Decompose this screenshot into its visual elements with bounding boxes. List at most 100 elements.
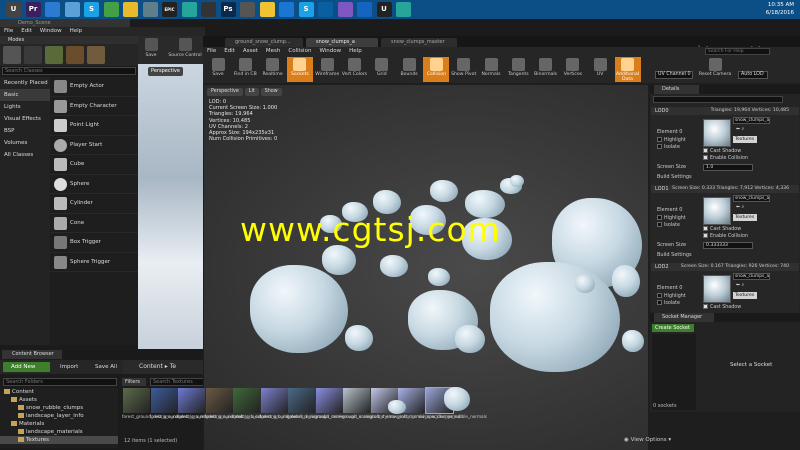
landscape-mode-icon[interactable] [45,46,63,64]
asset-thumbnail[interactable] [315,388,343,413]
asset-thumbnail[interactable] [260,388,288,413]
image-icon[interactable] [357,2,372,17]
import-button[interactable]: Import [52,362,82,372]
settings-icon[interactable] [142,2,158,17]
vertices-button[interactable]: Vertices [560,57,586,82]
asset-thumbnail[interactable] [343,388,370,413]
mail-icon[interactable] [279,2,294,17]
save-button[interactable]: Save [205,57,231,82]
level-viewport-perspective-button[interactable]: Perspective [148,67,183,76]
checkbox[interactable] [703,233,708,238]
tile-icon[interactable] [318,2,333,17]
material-select[interactable]: snow_clumps_a [733,273,770,280]
skype-icon[interactable]: S [84,2,99,17]
vert-colors-button[interactable]: Vert Colors [342,57,368,82]
search-help-input[interactable]: Search For Help [705,48,770,55]
lod-select[interactable]: Auto LOD [738,71,768,79]
viewport-lit-button[interactable]: Lit [244,88,259,96]
photoshop-icon[interactable]: Ps [220,2,236,17]
highlight-checkbox[interactable]: Highlight [657,137,686,144]
screen-size-field[interactable]: 0.333333 [703,242,753,249]
category-basic[interactable]: Basic [0,89,50,101]
place-item-cylinder[interactable]: Cylinder [50,194,138,214]
asset-thumbnail[interactable] [233,388,260,413]
green-app-icon[interactable] [103,2,119,17]
additional-data-button[interactable]: Additional Data [614,57,641,82]
isolate-checkbox[interactable]: Isolate [657,144,680,151]
folder-textures[interactable]: Textures [0,436,118,444]
skype2-icon[interactable]: S [298,2,314,17]
checkbox[interactable] [657,144,662,149]
foliage-mode-icon[interactable] [66,46,84,64]
viewport-perspective-button[interactable]: Perspective [207,88,243,96]
textures-button[interactable]: Textures [733,214,757,221]
source-control-button[interactable]: Source Control [166,38,204,58]
use-selected-arrow-icon[interactable]: ⬅ ⌕ [736,283,744,289]
window-icon[interactable] [45,2,60,17]
folder-materials[interactable]: Materials [0,420,118,428]
wave-icon[interactable] [181,2,197,17]
asset-thumbnail[interactable] [123,388,150,413]
collision-button[interactable]: Collision [423,57,450,82]
binormals-button[interactable]: Binormals [533,57,559,82]
main-menu-window[interactable]: Window [36,27,66,36]
mesh-menu-mesh[interactable]: Mesh [262,47,284,56]
ue-icon[interactable]: U [6,2,21,17]
highlight-checkbox[interactable]: Highlight [657,293,686,300]
place-item-point-light[interactable]: Point Light [50,116,138,136]
checkbox[interactable] [703,304,708,309]
category-volumes[interactable]: Volumes [0,137,50,149]
isolate-checkbox[interactable]: Isolate [657,222,680,229]
material-select[interactable]: snow_clumps_a [733,117,770,124]
category-bsp[interactable]: BSP [0,125,50,137]
zbrush-icon[interactable] [240,2,255,17]
place-item-empty-actor[interactable]: Empty Actor [50,77,138,97]
use-selected-arrow-icon[interactable]: ⬅ ⌕ [736,127,744,133]
filters-button[interactable]: Filters [122,378,146,386]
place-item-cone[interactable]: Cone [50,214,138,233]
mesh-editor-tab-0[interactable]: ground_snow_clump... [225,38,303,47]
category-visual-effects[interactable]: Visual Effects [0,113,50,125]
asset-thumbnail[interactable] [150,388,178,413]
checkbox[interactable] [657,300,662,305]
lod-header-1[interactable]: LOD1 Screen Size: 0.333 Triangles: 7,912 … [651,185,799,193]
place-item-sphere-trigger[interactable]: Sphere Trigger [50,253,138,272]
sockets-button[interactable]: Sockets [286,57,313,82]
folder-assets[interactable]: Assets [0,396,118,404]
build-settings-toggle[interactable]: Build Settings [657,174,692,180]
checkbox[interactable] [657,215,662,220]
level-viewport[interactable] [138,64,205,349]
find-in-cb-button[interactable]: Find in CB [232,57,258,82]
cast-shadow-checkbox[interactable]: Cast Shadow [703,304,741,311]
search-folders-input[interactable]: Search Folders [3,378,117,386]
isolate-checkbox[interactable]: Isolate [657,300,680,307]
purple-icon[interactable] [337,2,353,17]
lod-header-0[interactable]: LOD0 Triangles: 19,964 Vertices: 10,485 [651,107,799,115]
cast-shadow-checkbox[interactable]: Cast Shadow [703,226,741,233]
modes-tab[interactable]: Modes [0,36,138,44]
details-search-input[interactable] [653,96,783,103]
place-mode-icon[interactable] [3,46,21,64]
mesh-editor-tab-1[interactable]: snow_clumps_a [306,38,378,47]
build-settings-toggle[interactable]: Build Settings [657,252,692,258]
asset-thumbnail[interactable] [178,388,205,413]
unreal-icon[interactable]: U [376,2,392,17]
cast-shadow-checkbox[interactable]: Cast Shadow [703,148,741,155]
grid-button[interactable]: Grid [369,57,395,82]
details-tab[interactable]: Details [654,85,699,94]
mesh-menu-edit[interactable]: Edit [220,47,239,56]
geometry-mode-icon[interactable] [87,46,105,64]
main-menu-file[interactable]: File [0,27,17,36]
enable-collision-checkbox[interactable]: Enable Collision [703,155,748,162]
category-all-classes[interactable]: All Classes [0,149,50,161]
use-selected-arrow-icon[interactable]: ⬅ ⌕ [736,205,744,211]
asset-thumbnail[interactable] [205,388,233,413]
tangents-button[interactable]: Tangents [505,57,531,82]
premiere-icon[interactable]: Pr [25,2,41,17]
checkbox[interactable] [703,226,708,231]
place-item-empty-character[interactable]: Empty Character [50,97,138,116]
textures-button[interactable]: Textures [733,292,757,299]
create-socket-button[interactable]: Create Socket [652,324,694,332]
checkbox[interactable] [703,155,708,160]
screen-size-field[interactable]: 1.0 [703,164,753,171]
